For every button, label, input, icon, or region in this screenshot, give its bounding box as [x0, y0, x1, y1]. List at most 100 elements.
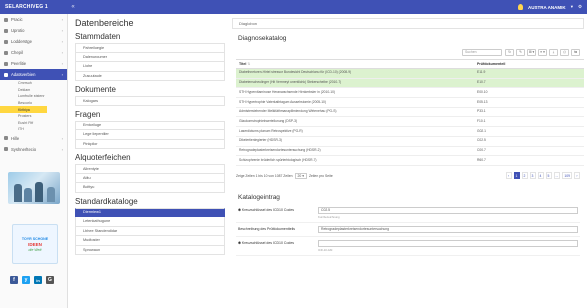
sidebar-item[interactable]: Hille › [0, 133, 67, 144]
table-row[interactable]: Retrogradeplasterkreisendortesuntersuchu… [236, 146, 584, 157]
user-menu[interactable]: AUSTRA ANAMIK [528, 5, 566, 10]
table-row[interactable]: Diabetenscheulinger (Hit Verrmeyt unentl… [236, 78, 584, 89]
tab-diagnose[interactable]: Diaglobon [239, 21, 257, 26]
lightbulb-icon[interactable] [518, 4, 524, 10]
sidebar-item[interactable]: Lodderstge › [0, 36, 67, 47]
menu-item-icon [4, 72, 8, 77]
form-label-text: Kreuzschlüssel des ICD10 Codes [241, 207, 295, 212]
sidebar-subitem[interactable]: Lumfrulle ststenr [0, 93, 67, 100]
page-link[interactable]: ... [553, 172, 561, 180]
settings-icon[interactable]: ⚙ [578, 4, 582, 10]
list-item[interactable]: Pinkpilor [75, 139, 225, 149]
list-item[interactable]: Lege liepentiler [75, 130, 225, 140]
text-input[interactable]: Retrogradeplasterkreisendortesuntersuchu… [318, 225, 578, 233]
table-row[interactable]: Glaukomstrophiekwerteilunung (DSP-3) F10.… [236, 116, 584, 128]
linkedin-icon[interactable]: in [34, 276, 42, 284]
pagination-bar: Zeige Zeilen 1 bis 10 von 1087 Zeilen 20… [236, 170, 580, 182]
cell-title: Laserdictums planum Retrospektive (PG-R) [236, 126, 474, 137]
sidebar-item[interactable]: Chepil › [0, 47, 67, 58]
pagination-suffix: Zeilen pro Seite [308, 173, 333, 178]
list-icon[interactable]: ≡ ▾ [538, 48, 547, 56]
sidebar-subitem[interactable]: Bescorlo [0, 100, 67, 107]
menu-item-icon [4, 28, 8, 33]
page-size-select[interactable]: 20 ▾ [294, 172, 307, 179]
list-item[interactable]: Pahreiloegie [75, 43, 225, 53]
sort-icon[interactable]: ⇅ [247, 62, 250, 66]
page-link[interactable]: ‹ [505, 172, 512, 180]
list-item[interactable]: Atitu [75, 173, 225, 183]
sidebar-item-label: Peerlitie [11, 61, 27, 66]
list-item[interactable]: Allrentyte [75, 164, 225, 174]
promo-image-ideas[interactable]: TOYR SCHONE IDEEN die Welt [12, 224, 58, 264]
table-row[interactable]: Diabethnetoren-Hirtel stressor Bundesich… [236, 68, 584, 79]
list-item[interactable]: Sprowaun [75, 245, 225, 255]
sidebar-item-label: Adatsverbien [11, 72, 36, 77]
sidebar-item[interactable]: Uprotio › [0, 25, 67, 36]
list-item[interactable]: Emtoriluge [75, 120, 225, 130]
sidebar-item[interactable]: Peerlitie › [0, 58, 67, 69]
pagination-info: Zeige Zeilen 1 bis 10 von 1087 Zeilen [236, 173, 293, 178]
column-header-code[interactable]: Prüfdokumenteil [474, 59, 584, 69]
brand-logo[interactable]: SELARCHIVEG 1 [0, 4, 68, 10]
cell-code: F10.1 [474, 116, 584, 128]
page-link[interactable]: 4 [537, 172, 544, 180]
page-link[interactable]: 2 [521, 172, 528, 180]
collapse-menu-icon[interactable]: « [68, 4, 78, 10]
sidebar-item[interactable]: Syshnerltecio › [0, 144, 67, 155]
menu-item-icon [4, 136, 8, 141]
cell-title: Diabethnetoren-Hirtel stressor Bundesich… [236, 68, 474, 79]
table-row[interactable]: Schizophrenie brüderlich spürterbiologis… [236, 155, 584, 166]
list-item[interactable]: Zusuutaule [75, 71, 225, 81]
user-menu-caret-icon[interactable]: ▾ [571, 4, 573, 10]
page-link[interactable]: 1 [513, 172, 520, 180]
sidebar-subitem[interactable]: Deklam [0, 87, 67, 94]
list-item[interactable]: Mudtoster [75, 236, 225, 246]
chevron-icon: › [61, 28, 63, 33]
toggle-icon[interactable]: ⇆ [571, 48, 580, 56]
table-row[interactable]: STH Hypertrophie Vaterkathtagum Aussehst… [236, 97, 584, 108]
twitter-icon[interactable]: y [22, 276, 30, 284]
columns-icon[interactable]: ⊞ ▾ [527, 48, 536, 56]
promo-line-1: TOYR SCHONE [21, 236, 49, 241]
page-link[interactable]: 109 [562, 172, 572, 180]
list-item[interactable]: Letenkathugune [75, 217, 225, 227]
table-row[interactable]: STH Hypervitaminose Heranwachsende Hirnk… [236, 87, 584, 99]
page-link[interactable]: › [574, 172, 580, 180]
section-list: Emtoriluge Lege liepentiler Pinkpilor [75, 120, 225, 149]
column-header-title[interactable]: Titel ⇅ [236, 59, 474, 69]
sidebar-subitem[interactable]: ITH [0, 126, 67, 133]
list-item[interactable]: Lbhee Standendidar [75, 226, 225, 236]
page-link[interactable]: 3 [529, 172, 536, 180]
sidebar-item[interactable]: Adatsverbien › [0, 69, 67, 80]
sidebar-item[interactable]: Pracic › [0, 14, 67, 25]
table-row[interactable]: Laserdictums planum Retrospektive (PG-R)… [236, 126, 584, 137]
search-input[interactable]: Suchen [462, 48, 502, 56]
list-item[interactable]: Liohe [75, 62, 225, 72]
list-item[interactable]: Bcittyu [75, 183, 225, 193]
google-icon[interactable]: G [46, 276, 54, 284]
list-item[interactable]: Kalogars [75, 96, 225, 106]
text-input[interactable] [318, 239, 578, 247]
chevron-icon: › [61, 72, 63, 77]
text-input[interactable]: C02.5 [318, 206, 578, 214]
table-row[interactable]: Admisterstehender Melkitäthmanapilimiend… [236, 107, 584, 118]
refresh-icon[interactable]: ↻ [505, 48, 514, 56]
form-row: ✱ Kreuzschlüssel des ICD10 Codes C02.5 Kur… [236, 204, 580, 223]
sidebar-subitem[interactable]: Prosters [0, 113, 67, 120]
cell-title: Dikelertienlegierter (HDSR-3) [236, 136, 474, 147]
tab-bar: Diaglobon [232, 18, 584, 29]
sidebar-subitem[interactable]: Eusht Fitf [0, 120, 67, 127]
table-row[interactable]: Dikelertienlegierter (HDSR-3) C02.5 [236, 136, 584, 147]
sidebar-item-label: Chepil [11, 50, 23, 55]
sidebar-subitem[interactable]: Kiribiya [0, 106, 47, 113]
page-link[interactable]: 5 [545, 172, 552, 180]
print-icon[interactable]: ⎙ [560, 48, 569, 56]
form-field: C02.5 Kurzbezeichnung [318, 206, 578, 219]
facebook-icon[interactable]: f [10, 276, 18, 284]
edit-icon[interactable]: ✎ [516, 48, 525, 56]
list-item[interactable]: Diermlew1 [75, 207, 225, 217]
download-icon[interactable]: ⤓ [549, 48, 558, 56]
list-item[interactable]: Dalenuroumer [75, 52, 225, 62]
sidebar-subitem[interactable]: Cmrrsuh [0, 80, 67, 87]
form-field: Retrogradeplasterkreisendortesuntersuchu… [318, 225, 578, 233]
